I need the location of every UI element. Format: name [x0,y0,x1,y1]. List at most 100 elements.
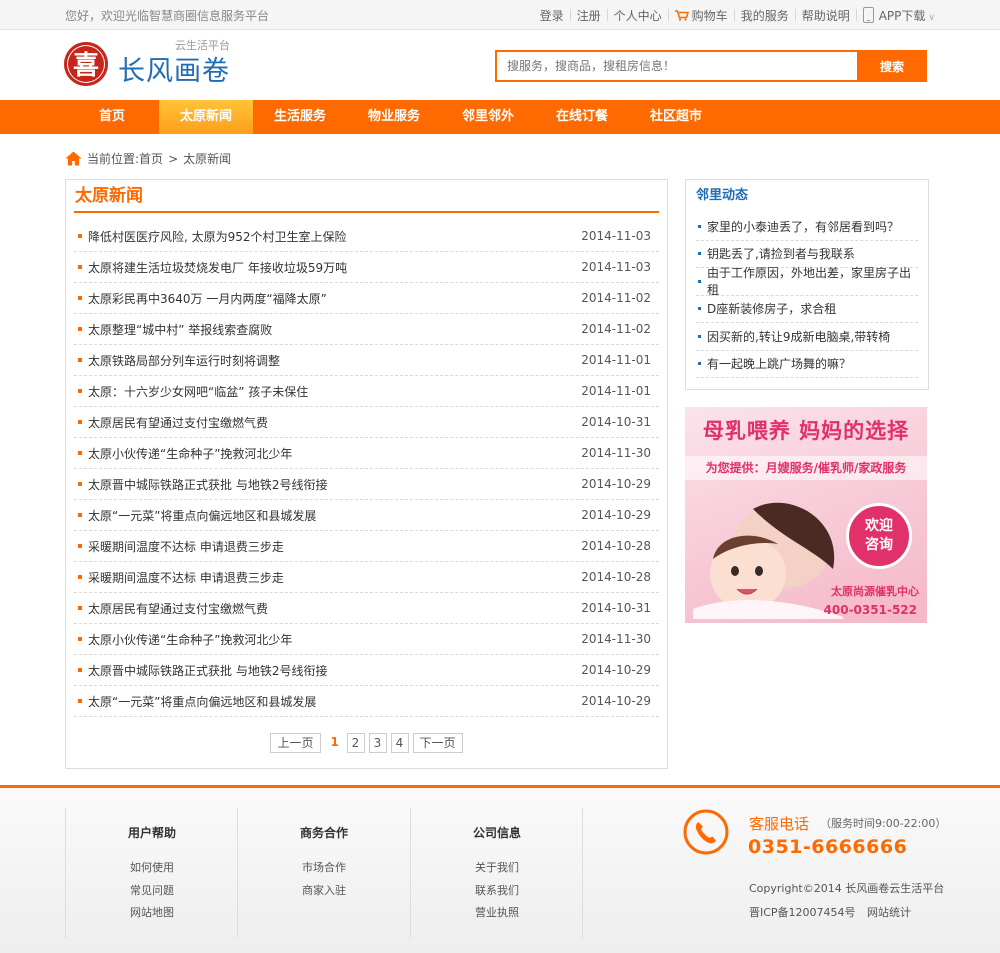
nav-item-online-ordering[interactable]: 在线订餐 [535,100,629,134]
breadcrumb-separator: > [168,151,179,166]
news-item[interactable]: 太原“一元菜”将重点向偏远地区和县城发展 2014-10-29 [74,686,659,717]
main-nav: 首页 太原新闻 生活服务 物业服务 邻里邻外 在线订餐 社区超市 [0,100,1000,134]
bullet-icon [78,296,82,300]
news-item[interactable]: 太原居民有望通过支付宝缴燃气费 2014-10-31 [74,593,659,624]
logo-name: 长风画卷 [118,56,230,87]
app-download-link[interactable]: APP下载 ∨ [862,6,935,24]
neighborhood-item[interactable]: 由于工作原因，外地出差，家里房子出租 [696,266,918,297]
bullet-icon [78,358,82,362]
neighborhood-item[interactable]: D座新装修房子，求合租 [696,296,918,323]
neighborhood-item-title[interactable]: 有一起晚上跳广场舞的嘛？ [707,355,851,372]
news-item[interactable]: 太原铁路局部分列车运行时刻将调整 2014-11-01 [74,345,659,376]
neighborhood-item-title[interactable]: 由于工作原因，外地出差，家里房子出租 [707,264,918,298]
nav-item-home[interactable]: 首页 [65,100,159,134]
page-1-current: 1 [330,735,339,749]
nav-item-taiyuan-news[interactable]: 太原新闻 [159,100,253,134]
footer-link-merchant-join[interactable]: 商家入驻 [302,884,346,897]
bullet-icon [698,252,701,256]
footer-col-help: 用户帮助 如何使用 常见问题 网站地图 [66,808,238,938]
bullet-icon [698,224,701,228]
help-link[interactable]: 帮助说明 [802,7,850,24]
neighborhood-item[interactable]: 因买新的,转让9成新电脑桌,带转椅 [696,323,918,351]
news-item-title[interactable]: 太原彩民再中3640万 一月内两度“福降太原” [88,290,327,307]
news-item-title[interactable]: 太原小伙传递“生命种子”挽救河北少年 [88,445,292,462]
ad-phone-number: 400-0351-522 [823,603,917,617]
search-button[interactable]: 搜索 [857,50,927,82]
news-item[interactable]: 采暖期间温度不达标 申请退费三步走 2014-10-28 [74,531,659,562]
nav-item-property-services[interactable]: 物业服务 [347,100,441,134]
register-link[interactable]: 注册 [577,7,601,24]
neighborhood-item-title[interactable]: 因买新的,转让9成新电脑桌,带转椅 [707,328,890,345]
footer-link-how-to-use[interactable]: 如何使用 [130,861,174,874]
ad-banner[interactable]: 母乳喂养 妈妈的选择 为您提供：月嫂服务/催乳师/家政服务 欢迎 咨询 太原尚源… [685,407,927,623]
news-item-title[interactable]: 太原“一元菜”将重点向偏远地区和县城发展 [88,693,316,710]
news-item[interactable]: 太原小伙传递“生命种子”挽救河北少年 2014-11-30 [74,438,659,469]
news-item-title[interactable]: 太原整理“城中村” 举报线索查腐败 [88,321,272,338]
news-item[interactable]: 太原小伙传递“生命种子”挽救河北少年 2014-11-30 [74,624,659,655]
user-center-link[interactable]: 个人中心 [614,7,662,24]
page-4-button[interactable]: 4 [390,733,409,753]
site-logo[interactable]: 喜 云生活平台 长风画卷 [64,39,230,88]
news-item-title[interactable]: 太原小伙传递“生命种子”挽救河北少年 [88,631,292,648]
news-item[interactable]: 采暖期间温度不达标 申请退费三步走 2014-10-28 [74,562,659,593]
news-item-title[interactable]: 采暖期间温度不达标 申请退费三步走 [88,569,284,586]
neighborhood-item-title[interactable]: 钥匙丢了,请捡到者与我联系 [707,245,855,262]
prev-page-button[interactable]: 上一页 [270,733,321,753]
news-item-title[interactable]: 太原居民有望通过支付宝缴燃气费 [88,414,268,431]
news-item[interactable]: 太原晋中城际铁路正式获批 与地铁2号线衔接 2014-10-29 [74,655,659,686]
logo-subtitle: 云生活平台 [175,39,230,52]
page-2-button[interactable]: 2 [346,733,365,753]
news-item-title[interactable]: 太原将建生活垃圾焚烧发电厂 年接收垃圾59万吨 [88,259,347,276]
news-item[interactable]: 太原彩民再中3640万 一月内两度“福降太原” 2014-11-02 [74,283,659,314]
news-item[interactable]: 太原居民有望通过支付宝缴燃气费 2014-10-31 [74,407,659,438]
cart-link[interactable]: 购物车 [674,7,728,24]
consult-badge[interactable]: 欢迎 咨询 [846,503,912,569]
neighborhood-item-title[interactable]: D座新装修房子，求合租 [707,300,836,317]
site-stats-link[interactable]: 网站统计 [867,906,911,919]
top-bar: 您好，欢迎光临智慧商圈信息服务平台 登录 注册 个人中心 购物车 我的服务 帮助… [0,0,1000,30]
news-item-date: 2014-11-03 [581,229,651,243]
news-item[interactable]: 太原将建生活垃圾焚烧发电厂 年接收垃圾59万吨 2014-11-03 [74,252,659,283]
news-item-title[interactable]: 降低村医医疗风险, 太原为952个村卫生室上保险 [88,228,347,245]
nav-item-community-market[interactable]: 社区超市 [629,100,723,134]
nav-item-neighborhood[interactable]: 邻里邻外 [441,100,535,134]
search-input[interactable] [495,50,857,82]
page-3-button[interactable]: 3 [368,733,387,753]
news-item-title[interactable]: 采暖期间温度不达标 申请退费三步走 [88,538,284,555]
news-item-date: 2014-10-31 [581,601,651,615]
neighborhood-item[interactable]: 有一起晚上跳广场舞的嘛？ [696,351,918,378]
footer-link-sitemap[interactable]: 网站地图 [130,906,174,919]
news-item-title[interactable]: 太原居民有望通过支付宝缴燃气费 [88,600,268,617]
phone-icon [683,809,729,855]
bullet-icon [78,420,82,424]
footer-col-title: 公司信息 [472,826,521,840]
footer-link-business-license[interactable]: 营业执照 [475,906,519,919]
news-item-title[interactable]: 太原晋中城际铁路正式获批 与地铁2号线衔接 [88,662,327,679]
news-item-title[interactable]: 太原铁路局部分列车运行时刻将调整 [88,352,280,369]
footer-link-contact-us[interactable]: 联系我们 [475,884,519,897]
header: 喜 云生活平台 长风画卷 搜索 [0,30,1000,100]
footer-link-about-us[interactable]: 关于我们 [475,861,519,874]
news-item[interactable]: 太原整理“城中村” 举报线索查腐败 2014-11-02 [74,314,659,345]
news-item-title[interactable]: 太原：十六岁少女网吧“临盆” 孩子未保住 [88,383,308,400]
news-item[interactable]: 太原“一元菜”将重点向偏远地区和县城发展 2014-10-29 [74,500,659,531]
welcome-text: 您好，欢迎光临智慧商圈信息服务平台 [65,8,270,23]
news-item[interactable]: 降低村医医疗风险, 太原为952个村卫生室上保险 2014-11-03 [74,221,659,252]
neighborhood-item-title[interactable]: 家里的小泰迪丢了，有邻居看到吗？ [707,218,899,235]
nav-item-life-services[interactable]: 生活服务 [253,100,347,134]
my-services-link[interactable]: 我的服务 [741,7,789,24]
news-item-title[interactable]: 太原“一元菜”将重点向偏远地区和县城发展 [88,507,316,524]
next-page-button[interactable]: 下一页 [412,733,463,753]
neighborhood-item[interactable]: 家里的小泰迪丢了，有邻居看到吗？ [696,213,918,241]
login-link[interactable]: 登录 [540,7,564,24]
ad-center-name: 太原尚源催乳中心 [831,585,919,598]
news-item-title[interactable]: 太原晋中城际铁路正式获批 与地铁2号线衔接 [88,476,327,493]
footer-link-market-cooperation[interactable]: 市场合作 [302,861,346,874]
neighborhood-panel: 邻里动态 家里的小泰迪丢了，有邻居看到吗？ 钥匙丢了,请捡到者与我联系 由于工作原因… [685,179,929,390]
news-item-date: 2014-11-30 [581,632,651,646]
bullet-icon [78,234,82,238]
breadcrumb-home-link[interactable]: 首页 [139,150,163,167]
news-item[interactable]: 太原晋中城际铁路正式获批 与地铁2号线衔接 2014-10-29 [74,469,659,500]
footer-link-faq[interactable]: 常见问题 [130,884,174,897]
news-item[interactable]: 太原：十六岁少女网吧“临盆” 孩子未保住 2014-11-01 [74,376,659,407]
